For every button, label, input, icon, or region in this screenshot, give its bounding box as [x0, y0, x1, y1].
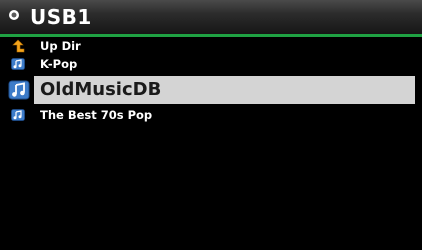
up-arrow-icon: [12, 39, 25, 53]
music-folder-icon: [11, 58, 25, 70]
list-item-k-pop[interactable]: K-Pop: [0, 55, 422, 73]
music-folder-icon: [11, 109, 25, 121]
list-item-up-dir[interactable]: Up Dir: [0, 37, 422, 55]
title-bar: USB1: [0, 0, 422, 34]
browser-screen: USB1 Up Dir K-Pop OldMusicDB The Best 70…: [0, 0, 422, 250]
file-list: Up Dir K-Pop OldMusicDB The Best 70s Pop: [0, 37, 422, 124]
list-item-label: OldMusicDB: [40, 79, 162, 100]
list-item-oldmusicdb[interactable]: OldMusicDB: [0, 76, 422, 104]
usb-device-icon: [9, 10, 19, 20]
list-item-the-best-70s-pop[interactable]: The Best 70s Pop: [0, 106, 422, 124]
list-item-label: Up Dir: [40, 39, 81, 53]
list-item-label: K-Pop: [40, 57, 78, 71]
music-folder-icon: [8, 80, 30, 100]
page-title: USB1: [30, 5, 92, 29]
list-item-label: The Best 70s Pop: [40, 108, 153, 122]
